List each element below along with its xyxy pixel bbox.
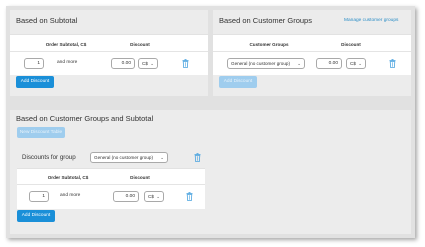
trash-icon[interactable] [182,59,189,68]
col-header-subtotal: Order Subtotal, C$ [45,42,87,47]
discount-input[interactable]: 0.00 [113,191,139,202]
col-header-discount: Discount [130,175,150,180]
manage-customer-groups-link[interactable]: Manage customer groups [344,18,398,23]
discount-input[interactable]: 0.00 [316,58,342,69]
discounts-frame: Based on Subtotal Order Subtotal, C$ Dis… [6,6,415,238]
subtotal-input[interactable]: 1 [24,58,44,69]
chevron-down-icon: ⌄ [160,155,164,160]
discounts-for-group-label: Discounts for group [22,154,76,161]
new-discount-table-button[interactable]: New Discount Table [17,127,65,138]
and-more-label: and more [57,60,78,65]
group-select[interactable]: General (no customer group) ⌄ [90,152,168,163]
group-select-value: General (no customer group) [94,155,153,160]
and-more-label: and more [60,193,81,198]
chevron-down-icon: ⌄ [156,194,160,199]
groups-table: Customer Groups Discount General (no cus… [213,34,411,75]
currency-select[interactable]: C$ ⌄ [346,58,366,69]
panel-title: Based on Customer Groups [219,16,312,25]
col-header-discount: Discount [341,42,361,47]
subtotal-panel: Based on Subtotal Order Subtotal, C$ Dis… [10,10,208,96]
group-subtotal-table: Order Subtotal, C$ Discount 1 and more 0… [17,168,205,209]
customer-group-select[interactable]: General (no customer group) ⌄ [227,58,305,69]
currency-value: C$ [142,61,148,66]
groups-and-subtotal-panel: Based on Customer Groups and Subtotal Ne… [10,110,411,234]
currency-select[interactable]: C$ ⌄ [138,58,158,69]
table-row: General (no customer group) ⌄ 0.00 C$ ⌄ [213,51,411,75]
col-header-customer-groups: Customer Groups [249,42,289,47]
add-discount-button[interactable]: Add Discount [219,76,257,88]
currency-value: C$ [350,61,356,66]
customer-group-value: General (no customer group) [231,61,290,66]
discount-input[interactable]: 0.00 [111,58,135,69]
panel-title: Based on Customer Groups and Subtotal [16,114,154,123]
chevron-down-icon: ⌄ [358,61,362,66]
trash-icon[interactable] [194,153,201,162]
chevron-down-icon: ⌄ [150,61,154,66]
add-discount-button[interactable]: Add Discount [17,210,55,222]
subtotal-input[interactable]: 1 [29,191,49,202]
currency-value: C$ [148,194,154,199]
col-header-subtotal: Order Subtotal, C$ [47,175,89,180]
customer-groups-panel: Based on Customer Groups Manage customer… [213,10,411,96]
currency-select[interactable]: C$ ⌄ [144,191,164,202]
chevron-down-icon: ⌄ [297,61,301,66]
trash-icon[interactable] [186,192,193,201]
col-header-discount: Discount [130,42,150,47]
subtotal-table: Order Subtotal, C$ Discount 1 and more 0… [10,34,208,75]
table-row: 1 and more 0.00 C$ ⌄ [10,51,208,75]
trash-icon[interactable] [389,59,396,68]
panel-title: Based on Subtotal [16,16,78,25]
table-row: 1 and more 0.00 C$ ⌄ [17,184,205,209]
add-discount-button[interactable]: Add Discount [16,76,54,88]
